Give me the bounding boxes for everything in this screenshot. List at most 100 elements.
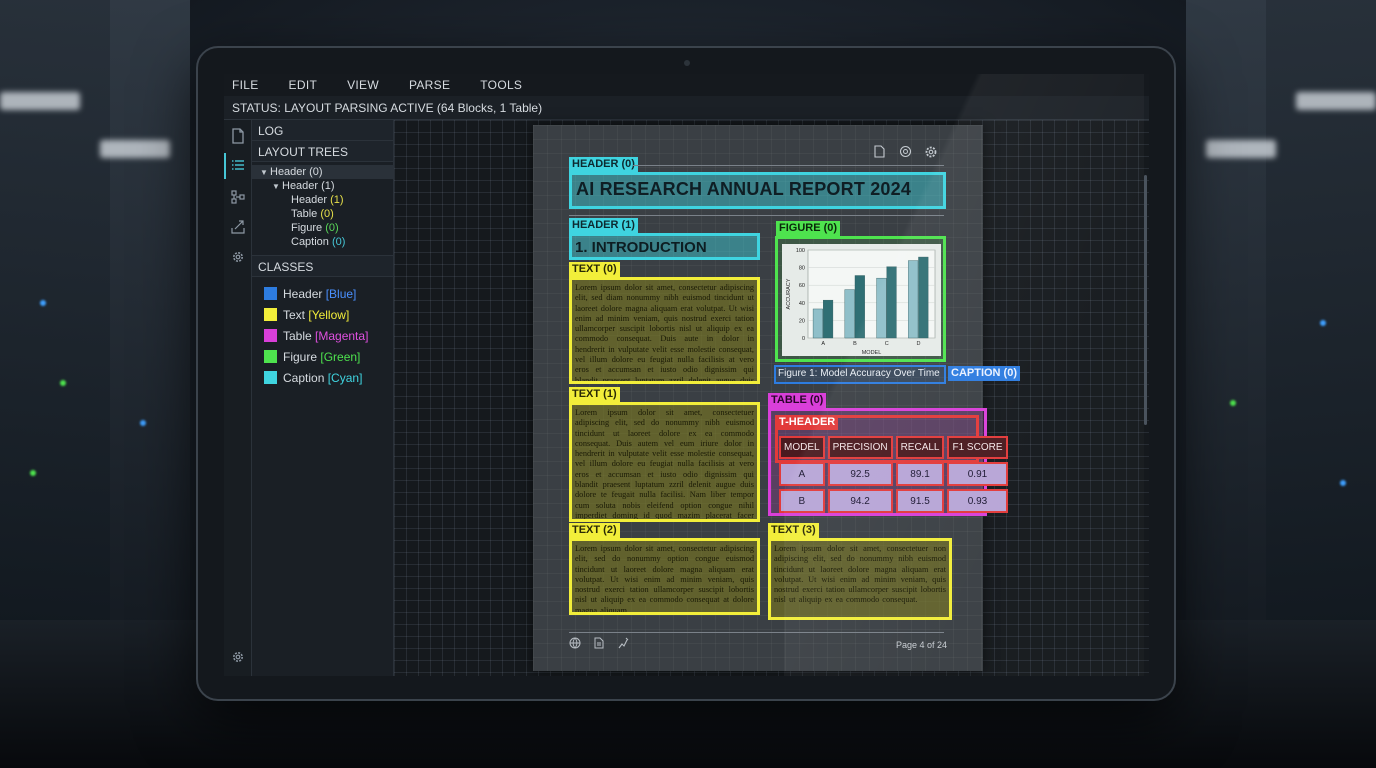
tree-node-header[interactable]: Header (1) — [252, 193, 393, 207]
class-item-caption[interactable]: Caption [Cyan] — [252, 367, 393, 388]
results-table: MODEL PRECISION RECALL F1 SCORE A 92.5 8… — [776, 433, 1011, 516]
text-0-box[interactable]: Lorem ipsum dolor sit amet, consectetur … — [569, 277, 760, 384]
tree-node-label: Table — [291, 208, 318, 220]
text-block: Lorem ipsum dolor sit amet, consectetuer… — [575, 408, 754, 520]
text-3-box[interactable]: Lorem ipsum dolor sit amet, consectetuer… — [768, 538, 952, 620]
table-cell: 0.91 — [947, 462, 1008, 486]
table-row: A 92.5 89.1 0.91 — [779, 462, 1008, 486]
page-number: Page 4 of 24 — [895, 640, 947, 650]
document-icon[interactable] — [230, 128, 246, 144]
tree-node-caption[interactable]: Caption (0) — [252, 235, 393, 249]
y-tick-label: 80 — [799, 266, 805, 272]
classes-heading: CLASSES — [252, 256, 393, 277]
bar — [908, 260, 919, 339]
icon-toolbar — [224, 120, 252, 676]
file-icon[interactable] — [594, 637, 607, 652]
class-color-name: [Cyan] — [327, 370, 363, 385]
text-block: Lorem ipsum dolor sit amet, consectetur … — [575, 283, 754, 384]
page-document-icon[interactable] — [874, 145, 885, 161]
class-name: Figure — [283, 349, 318, 364]
caption-0-tag: CAPTION (0) — [948, 366, 1020, 381]
caption-0-box[interactable]: Figure 1: Model Accuracy Over Time — [774, 365, 946, 384]
server-led — [1230, 400, 1236, 406]
figure-0-tag: FIGURE (0) — [776, 221, 841, 236]
divider — [569, 632, 944, 633]
layout-tree: ▼ Header (0) ▼ Header (1) Header (1) Table… — [252, 162, 393, 256]
class-name: Caption — [283, 370, 325, 385]
table-cell: 0.93 — [947, 489, 1008, 513]
menu-view[interactable]: VIEW — [347, 78, 395, 92]
layout-trees-tab[interactable]: LAYOUT TREES — [252, 141, 393, 162]
column-header: MODEL — [779, 436, 825, 459]
menu-file[interactable]: FILE — [232, 78, 275, 92]
menu-tools[interactable]: TOOLS — [480, 78, 538, 92]
page-settings-icon[interactable] — [924, 145, 938, 162]
column-header: PRECISION — [827, 436, 893, 459]
figure-0-box[interactable]: 0 20 40 60 80 100 A B C D MODEL ACCURACY — [775, 236, 946, 362]
table-cell: 94.2 — [827, 489, 893, 513]
text-2-tag: TEXT (2) — [569, 523, 620, 538]
header-0-box[interactable]: AI RESEARCH ANNUAL REPORT 2024 — [569, 172, 946, 209]
table-0-box[interactable]: T-HEADER MODEL PRECISION RECALL F1 SCORE… — [768, 408, 1008, 516]
active-indicator — [224, 153, 226, 179]
class-item-table[interactable]: Table [Magenta] — [252, 325, 393, 346]
tree-node-label: Header — [291, 194, 328, 206]
table-header-tag: T-HEADER — [776, 415, 839, 430]
document-page: HEADER (0) AI RESEARCH ANNUAL REPORT 202… — [533, 125, 1020, 671]
text-2-box[interactable]: Lorem ipsum dolor sit amet, consectetur … — [569, 538, 760, 615]
text-1-tag: TEXT (1) — [569, 387, 620, 402]
server-led — [1320, 320, 1326, 326]
color-swatch — [264, 287, 277, 300]
class-item-figure[interactable]: Figure [Green] — [252, 346, 393, 367]
tree-node-table[interactable]: Table (0) — [252, 207, 393, 221]
globe-icon[interactable] — [569, 637, 584, 652]
header-1-box[interactable]: 1. INTRODUCTION — [569, 233, 760, 260]
color-swatch — [264, 371, 277, 384]
tree-node-header-1[interactable]: ▼ Header (1) — [252, 179, 393, 193]
tree-node-count: (1) — [330, 194, 344, 206]
text-1-box[interactable]: Lorem ipsum dolor sit amet, consectetuer… — [569, 402, 760, 522]
tree-node-figure[interactable]: Figure (0) — [252, 221, 393, 235]
text-block: Lorem ipsum dolor sit amet, consectetuer… — [774, 544, 946, 605]
list-tree-icon[interactable] — [230, 158, 246, 174]
text-block: Lorem ipsum dolor sit amet, consectetur … — [575, 544, 754, 615]
column-header: F1 SCORE — [947, 436, 1008, 459]
y-tick-label: 100 — [796, 248, 805, 254]
class-color-name: [Magenta] — [315, 328, 369, 343]
page-ai-icon[interactable] — [899, 145, 912, 161]
bar-chart: 0 20 40 60 80 100 A B C D MODEL ACCURACY — [786, 248, 936, 356]
server-led — [60, 380, 66, 386]
export-icon[interactable] — [230, 220, 246, 236]
canvas-scrollbar[interactable] — [1144, 175, 1147, 425]
menu-edit[interactable]: EDIT — [289, 78, 334, 92]
divider — [633, 165, 944, 166]
tree-node-count: (0) — [309, 166, 323, 178]
document-canvas[interactable]: HEADER (0) AI RESEARCH ANNUAL REPORT 202… — [394, 120, 1149, 676]
tree-node-header-0[interactable]: ▼ Header (0) — [252, 165, 393, 179]
hierarchy-icon[interactable] — [230, 190, 246, 206]
tree-node-count: (0) — [325, 222, 339, 234]
class-color-name: [Yellow] — [308, 307, 350, 322]
menu-parse[interactable]: PARSE — [409, 78, 466, 92]
class-item-text[interactable]: Text [Yellow] — [252, 304, 393, 325]
class-name: Header — [283, 286, 323, 301]
y-tick-label: 20 — [799, 318, 805, 324]
class-color-name: [Green] — [320, 349, 361, 364]
text-3-tag: TEXT (3) — [768, 523, 819, 538]
server-led — [140, 420, 146, 426]
settings-icon[interactable] — [230, 650, 246, 666]
class-item-header[interactable]: Header [Blue] — [252, 283, 393, 304]
bar — [854, 275, 865, 339]
x-tick-label: A — [821, 341, 825, 347]
robot-arm-icon[interactable] — [617, 637, 629, 652]
tree-node-count: (0) — [320, 208, 334, 220]
bar — [876, 277, 887, 339]
class-legend: Header [Blue] Text [Yellow] Table [Magen… — [252, 277, 393, 388]
bar — [918, 256, 929, 339]
table-header-row: MODEL PRECISION RECALL F1 SCORE — [779, 436, 1008, 459]
x-tick-label: B — [853, 341, 857, 347]
color-swatch — [264, 308, 277, 321]
bar — [844, 289, 855, 339]
gear-icon[interactable] — [230, 250, 246, 266]
log-tab[interactable]: LOG — [252, 120, 393, 141]
